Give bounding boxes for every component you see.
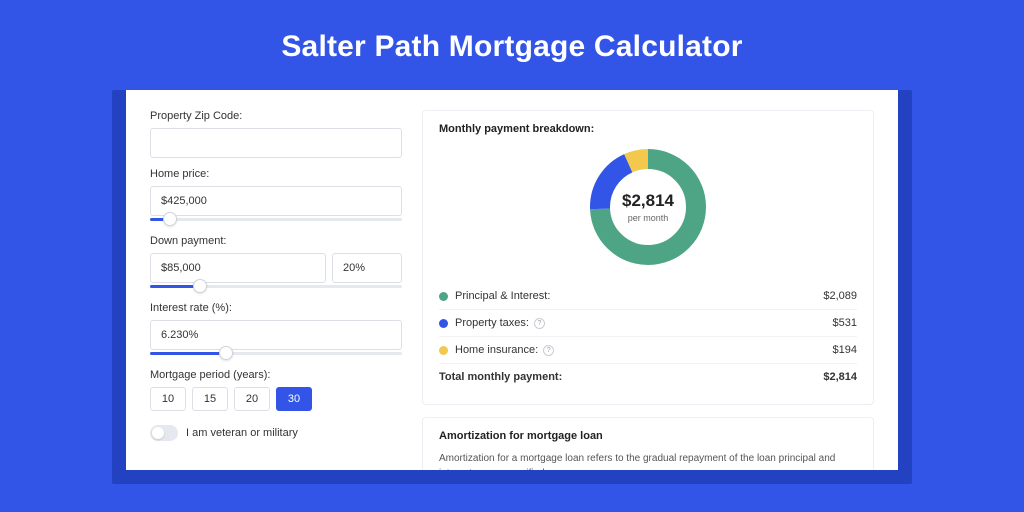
interest-rate-field: Interest rate (%): bbox=[150, 302, 402, 359]
info-icon[interactable]: ? bbox=[534, 318, 545, 329]
veteran-toggle[interactable] bbox=[150, 425, 178, 441]
zip-field: Property Zip Code: bbox=[150, 110, 402, 158]
legend-row: Property taxes:?$531 bbox=[439, 309, 857, 336]
legend-row: Principal & Interest:$2,089 bbox=[439, 283, 857, 309]
calculator-card: Property Zip Code: Home price: Down paym… bbox=[126, 90, 898, 470]
zip-label: Property Zip Code: bbox=[150, 110, 402, 122]
legend-amount: $194 bbox=[833, 344, 857, 356]
mortgage-period-field: Mortgage period (years): 10152030 bbox=[150, 369, 402, 411]
down-payment-label: Down payment: bbox=[150, 235, 402, 247]
period-button-10[interactable]: 10 bbox=[150, 387, 186, 411]
slider-thumb[interactable] bbox=[193, 279, 207, 293]
down-payment-pct-input[interactable] bbox=[332, 253, 402, 283]
legend-total-amount: $2,814 bbox=[823, 371, 857, 383]
down-payment-slider[interactable] bbox=[150, 282, 402, 292]
stage-shadow: Property Zip Code: Home price: Down paym… bbox=[112, 90, 912, 484]
mortgage-period-label: Mortgage period (years): bbox=[150, 369, 402, 381]
zip-input[interactable] bbox=[150, 128, 402, 158]
slider-thumb[interactable] bbox=[163, 212, 177, 226]
donut-center-sub: per month bbox=[628, 213, 669, 223]
breakdown-panel: Monthly payment breakdown: $2,814 per mo… bbox=[422, 110, 874, 405]
veteran-label: I am veteran or military bbox=[186, 427, 298, 439]
interest-rate-label: Interest rate (%): bbox=[150, 302, 402, 314]
legend-row: Home insurance:?$194 bbox=[439, 336, 857, 363]
home-price-slider[interactable] bbox=[150, 215, 402, 225]
donut-chart: $2,814 per month bbox=[588, 147, 708, 267]
interest-rate-input[interactable] bbox=[150, 320, 402, 350]
legend-total-label: Total monthly payment: bbox=[439, 371, 823, 383]
donut-center-value: $2,814 bbox=[622, 191, 674, 211]
amortization-panel: Amortization for mortgage loan Amortizat… bbox=[422, 417, 874, 470]
legend-dot bbox=[439, 346, 448, 355]
veteran-row: I am veteran or military bbox=[150, 425, 402, 441]
down-payment-field: Down payment: bbox=[150, 235, 402, 292]
period-button-20[interactable]: 20 bbox=[234, 387, 270, 411]
amortization-text: Amortization for a mortgage loan refers … bbox=[439, 452, 857, 470]
legend-label: Principal & Interest: bbox=[455, 290, 823, 302]
home-price-input[interactable] bbox=[150, 186, 402, 216]
period-button-30[interactable]: 30 bbox=[276, 387, 312, 411]
down-payment-input[interactable] bbox=[150, 253, 326, 283]
slider-thumb[interactable] bbox=[219, 346, 233, 360]
home-price-label: Home price: bbox=[150, 168, 402, 180]
interest-rate-slider[interactable] bbox=[150, 349, 402, 359]
info-icon[interactable]: ? bbox=[543, 345, 554, 356]
breakdown-legend: Principal & Interest:$2,089Property taxe… bbox=[439, 283, 857, 390]
page-title: Salter Path Mortgage Calculator bbox=[0, 0, 1024, 90]
donut-chart-wrap: $2,814 per month bbox=[439, 143, 857, 277]
results-column: Monthly payment breakdown: $2,814 per mo… bbox=[422, 110, 874, 470]
legend-amount: $2,089 bbox=[823, 290, 857, 302]
breakdown-title: Monthly payment breakdown: bbox=[439, 123, 857, 135]
legend-dot bbox=[439, 292, 448, 301]
inputs-column: Property Zip Code: Home price: Down paym… bbox=[150, 110, 402, 470]
legend-label: Home insurance:? bbox=[455, 344, 833, 356]
legend-total-row: Total monthly payment:$2,814 bbox=[439, 363, 857, 390]
toggle-knob bbox=[152, 427, 164, 439]
home-price-field: Home price: bbox=[150, 168, 402, 225]
amortization-title: Amortization for mortgage loan bbox=[439, 430, 857, 442]
period-button-15[interactable]: 15 bbox=[192, 387, 228, 411]
legend-dot bbox=[439, 319, 448, 328]
legend-amount: $531 bbox=[833, 317, 857, 329]
legend-label: Property taxes:? bbox=[455, 317, 833, 329]
